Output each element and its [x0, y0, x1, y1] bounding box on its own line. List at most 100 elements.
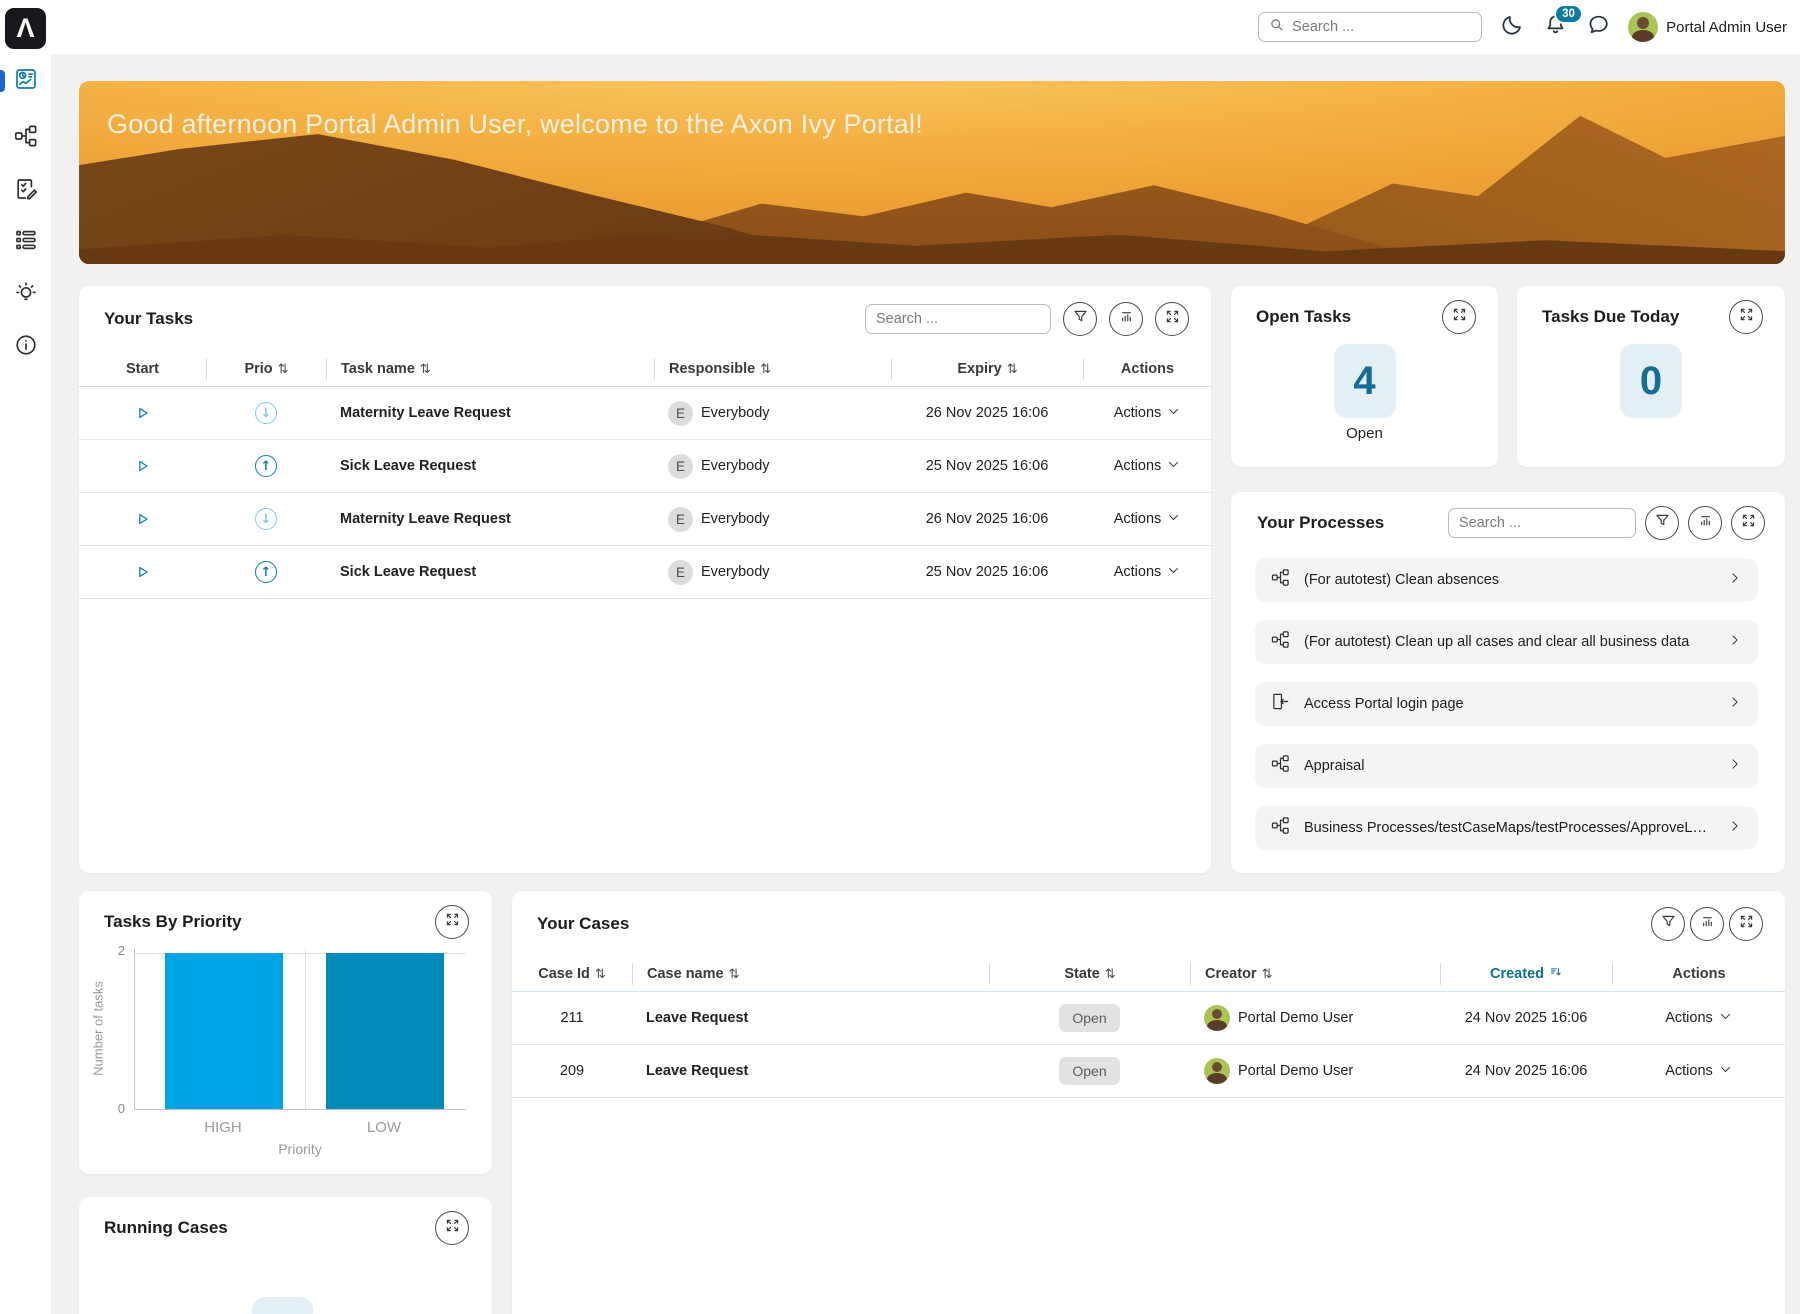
open-tasks-expand-button[interactable]	[1442, 300, 1476, 334]
chart-expand-button[interactable]	[435, 905, 469, 939]
start-task-button[interactable]	[132, 402, 154, 424]
tasks-expand-button[interactable]	[1155, 302, 1189, 336]
process-item[interactable]: Access Portal login page	[1255, 682, 1758, 726]
tasks-search[interactable]	[865, 304, 1051, 334]
col-task-name[interactable]: Task name⇅	[326, 358, 654, 380]
portal-dashboard: Λ 30	[0, 0, 1800, 1314]
expand-icon	[1451, 306, 1468, 328]
case-actions-dropdown[interactable]: Actions	[1665, 1010, 1732, 1027]
dark-mode-toggle[interactable]	[1499, 14, 1525, 40]
responsible-name: Everybody	[701, 564, 770, 580]
process-icon	[1271, 816, 1290, 840]
task-actions-dropdown[interactable]: Actions	[1114, 458, 1181, 475]
expand-icon	[444, 911, 461, 933]
col-creator[interactable]: Creator⇅	[1190, 963, 1440, 985]
task-actions-dropdown[interactable]: Actions	[1114, 564, 1181, 581]
task-row[interactable]: Sick Leave Request EEverybody 25 Nov 202…	[79, 440, 1211, 493]
sidebar-item-processes[interactable]	[0, 120, 51, 156]
process-list: (For autotest) Clean absences (For autot…	[1255, 558, 1758, 850]
x-axis-label: Priority	[240, 1141, 360, 1157]
open-tasks-widget: Open Tasks 4 Open	[1231, 286, 1498, 467]
dashboard-icon	[14, 67, 38, 96]
search-icon	[1269, 17, 1284, 37]
global-search-input[interactable]	[1292, 19, 1471, 35]
feedback-button[interactable]	[1585, 14, 1611, 40]
notification-badge: 30	[1554, 4, 1583, 24]
user-name: Portal Admin User	[1666, 19, 1787, 36]
open-tasks-title: Open Tasks	[1256, 307, 1351, 327]
user-menu[interactable]: Portal Admin User	[1628, 12, 1787, 42]
chevron-down-icon	[1719, 1010, 1732, 1027]
sidebar-item-dashboard[interactable]	[0, 63, 51, 99]
cases-chart-button[interactable]	[1690, 907, 1724, 941]
process-item[interactable]: (For autotest) Clean absences	[1255, 558, 1758, 602]
tasks-due-count[interactable]: 0	[1620, 344, 1682, 418]
your-tasks-title: Your Tasks	[104, 309, 853, 329]
cases-filter-button[interactable]	[1651, 907, 1685, 941]
task-row[interactable]: Maternity Leave Request EEverybody 26 No…	[79, 387, 1211, 440]
bar-low[interactable]	[326, 953, 444, 1109]
process-item[interactable]: (For autotest) Clean up all cases and cl…	[1255, 620, 1758, 664]
tasks-filter-button[interactable]	[1063, 302, 1097, 336]
sidebar-item-cases[interactable]	[0, 224, 51, 260]
moon-icon	[1501, 13, 1524, 41]
processes-search-input[interactable]	[1459, 515, 1625, 531]
tasks-due-expand-button[interactable]	[1729, 300, 1763, 334]
process-icon	[1271, 568, 1290, 592]
col-case-name[interactable]: Case name⇅	[632, 963, 989, 985]
topbar: 30 Portal Admin User	[51, 0, 1800, 54]
cases-expand-button[interactable]	[1729, 907, 1763, 941]
sidebar-item-tasks[interactable]	[0, 173, 51, 209]
sidebar-item-info[interactable]	[0, 329, 51, 365]
creator-avatar	[1204, 1005, 1230, 1031]
lightbulb-icon	[14, 281, 38, 310]
notifications-button[interactable]: 30	[1542, 14, 1568, 40]
processes-search[interactable]	[1448, 508, 1636, 538]
col-expiry[interactable]: Expiry⇅	[891, 358, 1083, 380]
your-processes-title: Your Processes	[1257, 513, 1439, 533]
axonivy-logo[interactable]: Λ	[5, 8, 46, 49]
bar-high[interactable]	[165, 953, 283, 1109]
process-icon	[14, 124, 38, 153]
processes-chart-button[interactable]	[1688, 506, 1722, 540]
running-cases-expand-button[interactable]	[435, 1211, 469, 1245]
start-task-button[interactable]	[132, 508, 154, 530]
col-created-sorted[interactable]: Created	[1440, 963, 1612, 985]
y-axis-label: Number of tasks	[91, 974, 106, 1084]
case-row[interactable]: 211 Leave Request Open Portal Demo User …	[512, 992, 1785, 1045]
process-item[interactable]: Appraisal	[1255, 744, 1758, 788]
list-icon	[14, 228, 38, 257]
task-actions-dropdown[interactable]: Actions	[1114, 511, 1181, 528]
running-cases-title: Running Cases	[104, 1218, 228, 1238]
task-row[interactable]: Sick Leave Request EEverybody 25 Nov 202…	[79, 546, 1211, 599]
col-responsible[interactable]: Responsible⇅	[654, 358, 891, 380]
expand-icon	[1738, 913, 1755, 935]
your-cases-widget: Your Cases Case Id⇅ Case name⇅ State⇅ Cr…	[512, 891, 1785, 1314]
task-row[interactable]: Maternity Leave Request EEverybody 26 No…	[79, 493, 1211, 546]
expand-icon	[1738, 306, 1755, 328]
col-start[interactable]: Start	[79, 358, 206, 380]
open-tasks-count[interactable]: 4	[1334, 344, 1396, 418]
chart-icon	[1699, 913, 1716, 935]
tasks-chart-button[interactable]	[1109, 302, 1143, 336]
chevron-right-icon	[1728, 819, 1742, 838]
your-cases-title: Your Cases	[537, 914, 1646, 934]
global-search[interactable]	[1258, 12, 1482, 42]
running-cases-count-box	[252, 1297, 313, 1314]
processes-filter-button[interactable]	[1645, 506, 1679, 540]
task-actions-dropdown[interactable]: Actions	[1114, 405, 1181, 422]
sidebar-item-ideas[interactable]	[0, 277, 51, 313]
col-state[interactable]: State⇅	[989, 963, 1190, 985]
start-task-button[interactable]	[132, 561, 154, 583]
state-badge: Open	[1059, 1057, 1119, 1085]
responsible-name: Everybody	[701, 458, 770, 474]
tasks-search-input[interactable]	[876, 311, 1040, 327]
col-prio[interactable]: Prio⇅	[206, 358, 326, 380]
processes-expand-button[interactable]	[1731, 506, 1765, 540]
col-case-id[interactable]: Case Id⇅	[512, 963, 632, 985]
start-task-button[interactable]	[132, 455, 154, 477]
case-actions-dropdown[interactable]: Actions	[1665, 1063, 1732, 1080]
case-row[interactable]: 209 Leave Request Open Portal Demo User …	[512, 1045, 1785, 1098]
task-expiry: 25 Nov 2025 16:06	[891, 564, 1083, 580]
process-item[interactable]: Business Processes/testCaseMaps/testProc…	[1255, 806, 1758, 850]
